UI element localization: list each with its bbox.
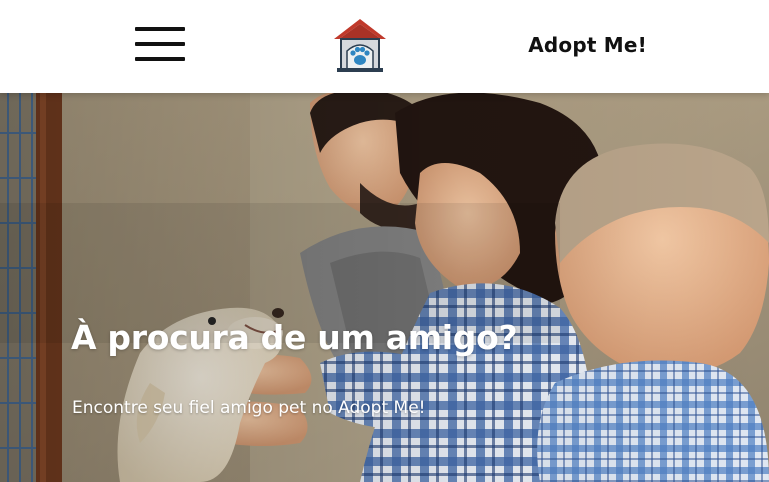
- site-header: Adopt Me!: [0, 0, 769, 93]
- menu-bar-top: [135, 27, 185, 31]
- menu-bar-bottom: [135, 57, 185, 61]
- hero-photo: [0, 93, 769, 482]
- hero-banner: À procura de um amigo? Encontre seu fiel…: [0, 93, 769, 482]
- hero-title: À procura de um amigo?: [71, 318, 518, 357]
- hero-subtitle: Encontre seu fiel amigo pet no Adopt Me!: [72, 398, 426, 418]
- brand-name[interactable]: Adopt Me!: [528, 33, 647, 57]
- menu-bar-middle: [135, 42, 185, 46]
- house-paw-icon[interactable]: [332, 17, 388, 73]
- hamburger-menu-icon[interactable]: [135, 27, 185, 63]
